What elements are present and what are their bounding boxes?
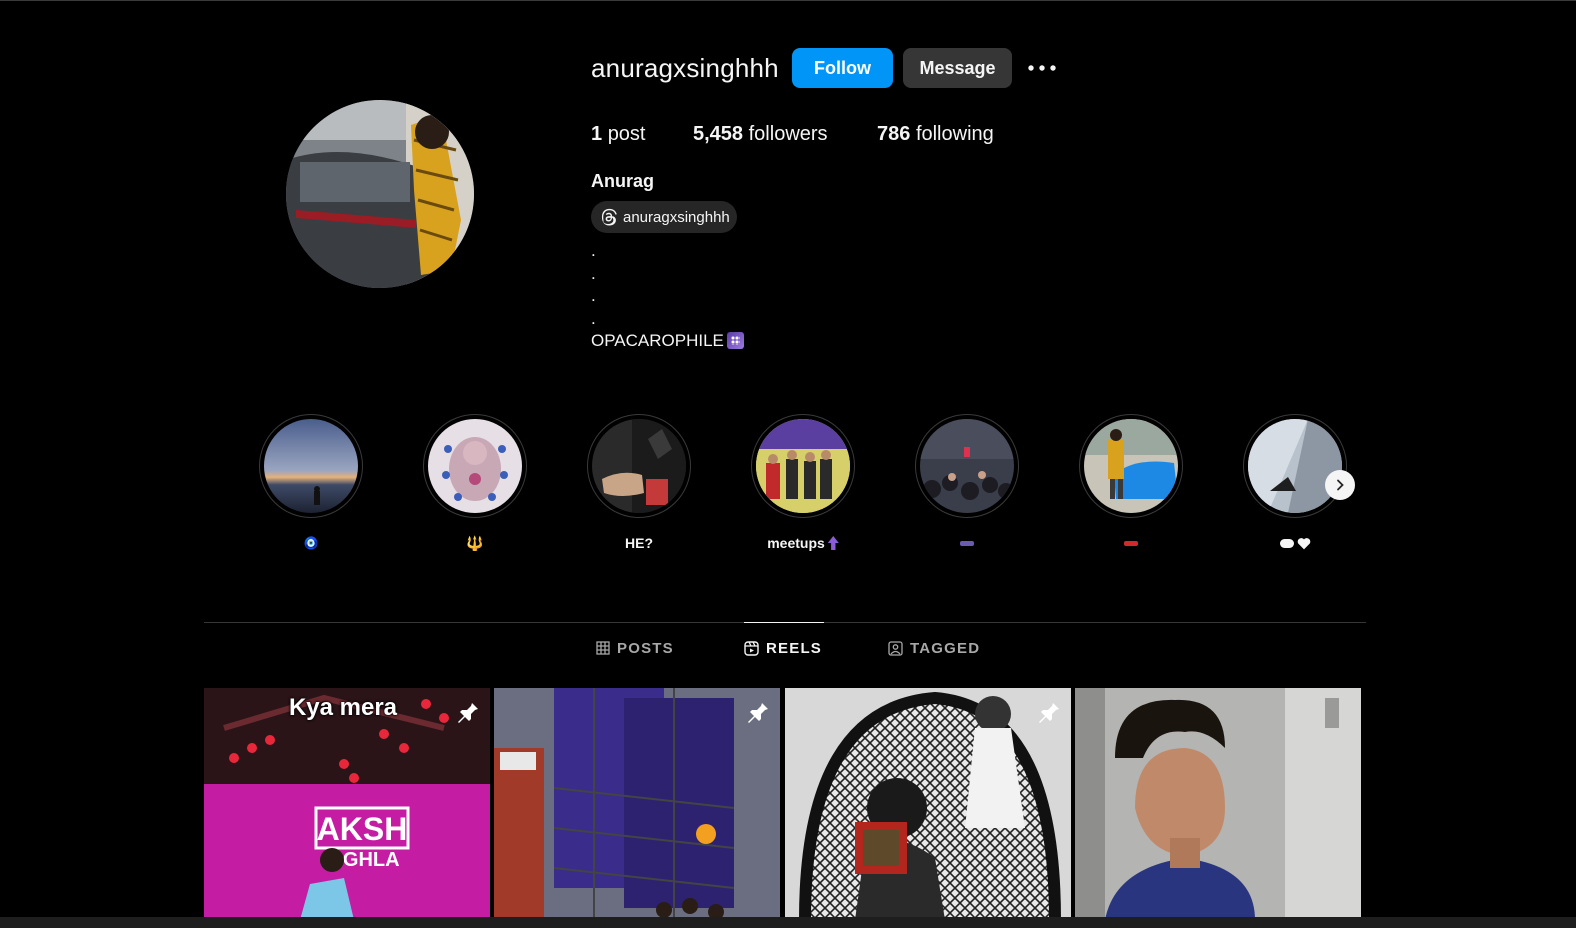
highlight-item[interactable]: 🔱 (423, 414, 527, 552)
highlight-cover (264, 419, 358, 513)
highlight-label (915, 534, 1019, 552)
highlights-next-button[interactable] (1325, 470, 1355, 500)
followers-label: followers (748, 123, 828, 145)
threads-icon (601, 208, 617, 226)
highlight-label: HE? (625, 535, 653, 551)
svg-text:AKSH: AKSH (317, 811, 408, 847)
reel-caption: Kya mera (288, 694, 398, 721)
highlight-cover (1084, 419, 1178, 513)
following-stat[interactable]: 786 following (877, 123, 994, 146)
profile-avatar[interactable] (286, 100, 474, 288)
highlight-cover (592, 419, 686, 513)
more-options-icon[interactable] (1026, 56, 1058, 80)
window-bottom-bar (0, 917, 1576, 928)
followers-count: 5,458 (693, 123, 744, 145)
highlight-label: 🔱 (466, 534, 484, 551)
cloud-emoji (1279, 538, 1294, 548)
threads-link[interactable]: anuragxsinghhh (591, 201, 737, 233)
profile-bio: . . . . OPACAROPHILE (591, 240, 744, 353)
tab-label: REELS (766, 640, 823, 657)
grid-icon (596, 641, 610, 655)
highlight-item[interactable] (915, 414, 1019, 552)
highlight-item[interactable]: 🧿 (259, 414, 363, 552)
window-top-border (0, 0, 1576, 1)
posts-label: post (607, 123, 646, 145)
highlight-cover (756, 419, 850, 513)
message-button[interactable]: Message (903, 48, 1012, 88)
posts-count: 1 (591, 123, 603, 145)
profile-full-name: Anurag (591, 171, 654, 191)
reel-tile[interactable] (494, 688, 780, 920)
reel-tile[interactable] (1075, 688, 1361, 920)
reels-icon (744, 641, 759, 656)
reel-tile[interactable] (785, 688, 1071, 920)
highlight-item[interactable]: meetups (751, 414, 855, 552)
posts-stat: 1 post (591, 123, 646, 146)
highlight-cover (1248, 419, 1342, 513)
bio-line: . (591, 308, 596, 328)
following-label: following (915, 123, 994, 145)
chevron-right-icon (1337, 479, 1344, 491)
bio-line: . (591, 286, 596, 305)
tab-posts[interactable]: POSTS (596, 622, 674, 674)
tab-label: TAGGED (910, 639, 981, 657)
milky-way-emoji (726, 332, 744, 349)
pin-icon (748, 701, 768, 723)
highlight-label (1079, 534, 1183, 552)
followers-stat[interactable]: 5,458 followers (693, 123, 828, 146)
bio-line: . (591, 263, 596, 283)
following-count: 786 (877, 123, 911, 145)
highlight-cover (920, 419, 1014, 513)
tagged-icon (888, 640, 903, 656)
sunglasses-emoji (960, 540, 974, 546)
pin-icon (458, 701, 478, 723)
heart-emoji (1297, 537, 1310, 549)
highlight-label: 🧿 (303, 536, 319, 550)
profile-username: anuragxsinghhh (591, 53, 779, 83)
tab-reels[interactable]: REELS (744, 622, 825, 674)
highlight-label (1243, 534, 1347, 552)
highlight-label: meetups (751, 534, 855, 552)
threads-handle: anuragxsinghhh (623, 208, 730, 226)
highlight-item[interactable] (1079, 414, 1183, 552)
tab-tagged[interactable]: TAGGED (888, 622, 980, 674)
pin-icon (1039, 701, 1059, 723)
highlight-item[interactable]: HE? (587, 414, 691, 552)
highlight-cover (428, 419, 522, 513)
tab-label: POSTS (617, 639, 674, 657)
reel-tile[interactable]: AKSH AGHLA Kya mera (204, 688, 490, 920)
follow-button[interactable]: Follow (792, 48, 893, 88)
bio-line: OPACAROPHILE (591, 331, 724, 350)
race-car-emoji (1124, 540, 1138, 546)
top-arrow-emoji (827, 536, 839, 550)
bio-line: . (591, 241, 596, 260)
